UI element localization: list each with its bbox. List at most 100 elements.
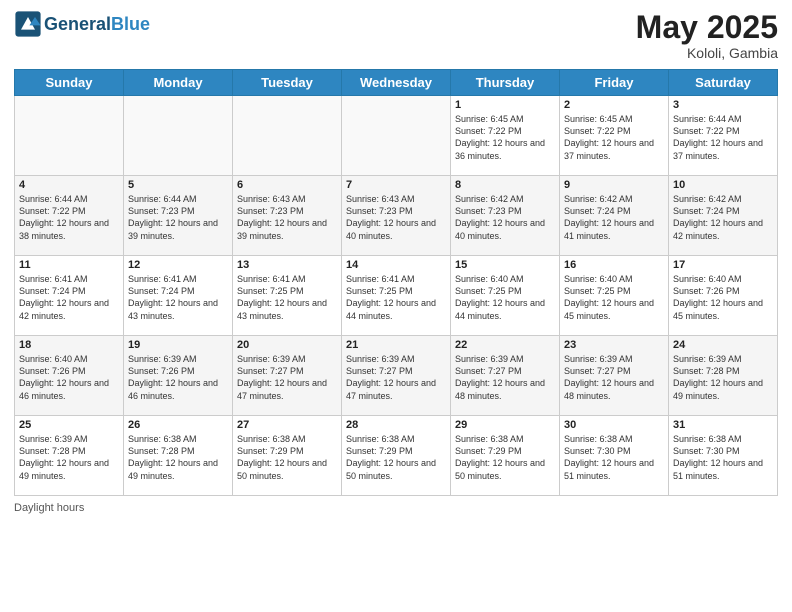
day-number: 21 <box>346 339 446 351</box>
table-row: 31 Sunrise: 6:38 AM Sunset: 7:30 PM Dayli… <box>669 416 778 496</box>
footer-text: Daylight hours <box>14 502 84 514</box>
day-number: 12 <box>128 259 228 271</box>
day-info: Sunrise: 6:39 AM Sunset: 7:26 PM Dayligh… <box>128 353 228 402</box>
day-info: Sunrise: 6:38 AM Sunset: 7:28 PM Dayligh… <box>128 433 228 482</box>
table-row <box>15 96 124 176</box>
table-row <box>342 96 451 176</box>
day-number: 13 <box>237 259 337 271</box>
table-row: 19 Sunrise: 6:39 AM Sunset: 7:26 PM Dayli… <box>124 336 233 416</box>
day-number: 31 <box>673 419 773 431</box>
page: GeneralBlue May 2025 Kololi, Gambia Sund… <box>0 0 792 612</box>
logo-general: General <box>44 14 111 34</box>
day-info: Sunrise: 6:39 AM Sunset: 7:27 PM Dayligh… <box>237 353 337 402</box>
logo-text: GeneralBlue <box>44 14 150 35</box>
day-info: Sunrise: 6:40 AM Sunset: 7:26 PM Dayligh… <box>19 353 119 402</box>
col-wednesday: Wednesday <box>342 70 451 96</box>
day-number: 17 <box>673 259 773 271</box>
day-number: 23 <box>564 339 664 351</box>
col-sunday: Sunday <box>15 70 124 96</box>
day-info: Sunrise: 6:45 AM Sunset: 7:22 PM Dayligh… <box>455 113 555 162</box>
table-row: 15 Sunrise: 6:40 AM Sunset: 7:25 PM Dayli… <box>451 256 560 336</box>
table-row: 24 Sunrise: 6:39 AM Sunset: 7:28 PM Dayli… <box>669 336 778 416</box>
day-info: Sunrise: 6:40 AM Sunset: 7:25 PM Dayligh… <box>455 273 555 322</box>
table-row: 26 Sunrise: 6:38 AM Sunset: 7:28 PM Dayli… <box>124 416 233 496</box>
day-info: Sunrise: 6:42 AM Sunset: 7:24 PM Dayligh… <box>673 193 773 242</box>
day-number: 24 <box>673 339 773 351</box>
col-monday: Monday <box>124 70 233 96</box>
day-info: Sunrise: 6:45 AM Sunset: 7:22 PM Dayligh… <box>564 113 664 162</box>
calendar-week-row: 4 Sunrise: 6:44 AM Sunset: 7:22 PM Daylig… <box>15 176 778 256</box>
day-number: 10 <box>673 179 773 191</box>
table-row: 16Sunrise: 6:40 AM Sunset: 7:25 PM Dayli… <box>560 256 669 336</box>
day-number: 7 <box>346 179 446 191</box>
table-row: 13 Sunrise: 6:41 AM Sunset: 7:25 PM Dayli… <box>233 256 342 336</box>
day-info: Sunrise: 6:41 AM Sunset: 7:24 PM Dayligh… <box>128 273 228 322</box>
table-row: 5 Sunrise: 6:44 AM Sunset: 7:23 PM Daylig… <box>124 176 233 256</box>
day-number: 18 <box>19 339 119 351</box>
calendar-subtitle: Kololi, Gambia <box>636 45 778 61</box>
col-saturday: Saturday <box>669 70 778 96</box>
day-info: Sunrise: 6:44 AM Sunset: 7:22 PM Dayligh… <box>19 193 119 242</box>
day-number: 25 <box>19 419 119 431</box>
table-row: 20 Sunrise: 6:39 AM Sunset: 7:27 PM Dayli… <box>233 336 342 416</box>
day-number: 19 <box>128 339 228 351</box>
table-row: 25 Sunrise: 6:39 AM Sunset: 7:28 PM Dayli… <box>15 416 124 496</box>
day-info: Sunrise: 6:39 AM Sunset: 7:27 PM Dayligh… <box>346 353 446 402</box>
table-row: 7 Sunrise: 6:43 AM Sunset: 7:23 PM Daylig… <box>342 176 451 256</box>
table-row: 3Sunrise: 6:44 AM Sunset: 7:22 PM Daylig… <box>669 96 778 176</box>
logo: GeneralBlue <box>14 10 150 38</box>
day-number: 28 <box>346 419 446 431</box>
header: GeneralBlue May 2025 Kololi, Gambia <box>14 10 778 61</box>
table-row: 4 Sunrise: 6:44 AM Sunset: 7:22 PM Daylig… <box>15 176 124 256</box>
day-number: 26 <box>128 419 228 431</box>
footer: Daylight hours <box>14 502 778 514</box>
table-row: 2 Sunrise: 6:45 AM Sunset: 7:22 PM Daylig… <box>560 96 669 176</box>
day-number: 27 <box>237 419 337 431</box>
table-row <box>124 96 233 176</box>
day-info: Sunrise: 6:39 AM Sunset: 7:28 PM Dayligh… <box>673 353 773 402</box>
table-row: 17Sunrise: 6:40 AM Sunset: 7:26 PM Dayli… <box>669 256 778 336</box>
day-number: 20 <box>237 339 337 351</box>
day-info: Sunrise: 6:43 AM Sunset: 7:23 PM Dayligh… <box>346 193 446 242</box>
table-row: 27 Sunrise: 6:38 AM Sunset: 7:29 PM Dayli… <box>233 416 342 496</box>
day-info: Sunrise: 6:41 AM Sunset: 7:25 PM Dayligh… <box>237 273 337 322</box>
day-info: Sunrise: 6:42 AM Sunset: 7:23 PM Dayligh… <box>455 193 555 242</box>
day-number: 5 <box>128 179 228 191</box>
table-row: 8 Sunrise: 6:42 AM Sunset: 7:23 PM Daylig… <box>451 176 560 256</box>
table-row: 14Sunrise: 6:41 AM Sunset: 7:25 PM Dayli… <box>342 256 451 336</box>
day-number: 30 <box>564 419 664 431</box>
day-info: Sunrise: 6:44 AM Sunset: 7:22 PM Dayligh… <box>673 113 773 162</box>
day-number: 11 <box>19 259 119 271</box>
table-row: 9 Sunrise: 6:42 AM Sunset: 7:24 PM Daylig… <box>560 176 669 256</box>
day-number: 9 <box>564 179 664 191</box>
table-row: 23 Sunrise: 6:39 AM Sunset: 7:27 PM Dayli… <box>560 336 669 416</box>
day-info: Sunrise: 6:38 AM Sunset: 7:29 PM Dayligh… <box>455 433 555 482</box>
day-info: Sunrise: 6:38 AM Sunset: 7:30 PM Dayligh… <box>564 433 664 482</box>
calendar-header-row: Sunday Monday Tuesday Wednesday Thursday… <box>15 70 778 96</box>
table-row: 21 Sunrise: 6:39 AM Sunset: 7:27 PM Dayli… <box>342 336 451 416</box>
day-info: Sunrise: 6:38 AM Sunset: 7:30 PM Dayligh… <box>673 433 773 482</box>
day-number: 15 <box>455 259 555 271</box>
calendar-week-row: 1 Sunrise: 6:45 AM Sunset: 7:22 PM Daylig… <box>15 96 778 176</box>
table-row: 28Sunrise: 6:38 AM Sunset: 7:29 PM Dayli… <box>342 416 451 496</box>
day-number: 16 <box>564 259 664 271</box>
day-number: 2 <box>564 99 664 111</box>
day-number: 8 <box>455 179 555 191</box>
day-info: Sunrise: 6:44 AM Sunset: 7:23 PM Dayligh… <box>128 193 228 242</box>
day-info: Sunrise: 6:41 AM Sunset: 7:25 PM Dayligh… <box>346 273 446 322</box>
calendar-title: May 2025 <box>636 10 778 45</box>
col-thursday: Thursday <box>451 70 560 96</box>
calendar-week-row: 25 Sunrise: 6:39 AM Sunset: 7:28 PM Dayli… <box>15 416 778 496</box>
day-info: Sunrise: 6:39 AM Sunset: 7:27 PM Dayligh… <box>564 353 664 402</box>
day-info: Sunrise: 6:43 AM Sunset: 7:23 PM Dayligh… <box>237 193 337 242</box>
table-row: 22Sunrise: 6:39 AM Sunset: 7:27 PM Dayli… <box>451 336 560 416</box>
day-number: 4 <box>19 179 119 191</box>
day-info: Sunrise: 6:42 AM Sunset: 7:24 PM Dayligh… <box>564 193 664 242</box>
table-row: 29Sunrise: 6:38 AM Sunset: 7:29 PM Dayli… <box>451 416 560 496</box>
logo-icon <box>14 10 42 38</box>
day-number: 1 <box>455 99 555 111</box>
calendar-table: Sunday Monday Tuesday Wednesday Thursday… <box>14 69 778 496</box>
day-info: Sunrise: 6:38 AM Sunset: 7:29 PM Dayligh… <box>237 433 337 482</box>
day-number: 22 <box>455 339 555 351</box>
day-info: Sunrise: 6:39 AM Sunset: 7:28 PM Dayligh… <box>19 433 119 482</box>
